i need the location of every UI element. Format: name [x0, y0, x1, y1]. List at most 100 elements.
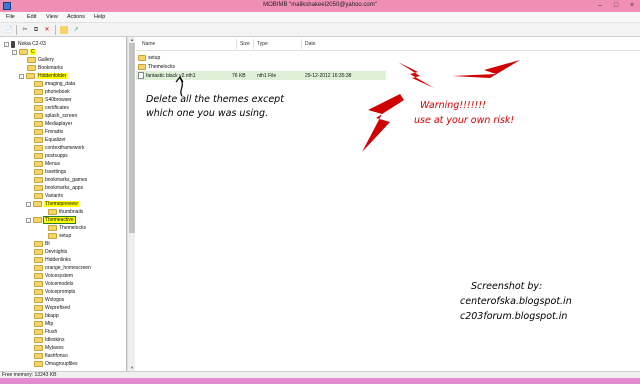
- folder-icon: [34, 345, 43, 351]
- tree-item[interactable]: Omagroupfiles: [34, 360, 78, 368]
- copy-icon[interactable]: ⧉: [32, 26, 40, 34]
- file-icon: [138, 72, 144, 79]
- tree-item-hiddenfolder[interactable]: - Hiddenfolder: [19, 72, 68, 80]
- tree-item[interactable]: Voicesystem: [34, 272, 73, 280]
- toolbar-separator: [55, 25, 56, 35]
- folder-icon: [33, 201, 42, 207]
- tree-item[interactable]: Variants: [34, 192, 63, 200]
- tree-item[interactable]: setup: [48, 232, 71, 240]
- tree-item[interactable]: postsupps: [34, 152, 68, 160]
- collapse-icon[interactable]: -: [19, 73, 24, 79]
- column-size[interactable]: Size: [240, 41, 250, 47]
- collapse-icon[interactable]: -: [26, 201, 31, 207]
- tree-item[interactable]: imaging_data: [34, 80, 75, 88]
- file-row[interactable]: setup: [136, 53, 386, 62]
- column-type[interactable]: Type: [257, 41, 268, 47]
- tree-item[interactable]: bookmarks_games: [34, 176, 87, 184]
- folder-icon: [34, 361, 43, 367]
- tree-item[interactable]: Mtp: [34, 320, 53, 328]
- folder-icon: [26, 73, 35, 79]
- folder-icon: [34, 289, 43, 295]
- tree-item[interactable]: Flush: [34, 328, 57, 336]
- folder-icon: [48, 225, 57, 231]
- folder-icon: [34, 169, 43, 175]
- tree-item[interactable]: certificates: [34, 104, 69, 112]
- tree-item[interactable]: bkapp: [34, 312, 59, 320]
- column-separator[interactable]: [253, 39, 254, 49]
- lightning-bolt-icon: [452, 60, 520, 84]
- column-name[interactable]: Name: [142, 41, 155, 47]
- title-bar: MOBIMB "malikshakeel2050@yahoo.com" – □ …: [0, 0, 640, 12]
- warning-line-1: Warning!!!!!!!: [420, 100, 486, 111]
- folder-icon: [34, 193, 43, 199]
- window-title: MOBIMB "malikshakeel2050@yahoo.com": [263, 2, 377, 8]
- folder-icon: [34, 89, 43, 95]
- scrollbar-thumb[interactable]: [129, 43, 135, 233]
- tree-item[interactable]: Devnights: [34, 248, 67, 256]
- tree-item[interactable]: Wvprefixed: [34, 304, 70, 312]
- tree-item[interactable]: Fmradio: [34, 128, 63, 136]
- tree-item[interactable]: Issettings: [34, 168, 66, 176]
- tree-item[interactable]: Hiddenlinks: [34, 256, 71, 264]
- menu-help[interactable]: Help: [94, 14, 105, 20]
- tree-item[interactable]: S40browser: [34, 96, 72, 104]
- tree-item[interactable]: bookmarks_apps: [34, 184, 83, 192]
- tree-item-drive[interactable]: - C: [12, 48, 36, 56]
- file-row[interactable]: Themelocks: [136, 62, 386, 71]
- folder-up-icon[interactable]: [60, 26, 68, 34]
- tree-item-themeactive[interactable]: - Themeactive: [26, 216, 76, 224]
- tree-root[interactable]: - Nokia C2-03: [4, 40, 46, 48]
- collapse-icon[interactable]: -: [26, 217, 31, 223]
- tree-item[interactable]: thumbnails: [48, 208, 83, 216]
- column-date[interactable]: Date: [305, 41, 316, 47]
- tree-item[interactable]: Mediaplayer: [34, 120, 72, 128]
- file-size: 76 KB: [232, 72, 246, 79]
- folder-icon: [34, 353, 43, 359]
- folder-icon: [34, 257, 43, 263]
- tree-item[interactable]: Bt: [34, 240, 50, 248]
- collapse-icon[interactable]: -: [4, 41, 9, 47]
- file-type: nth1 File: [257, 72, 277, 79]
- tree-scrollbar[interactable]: ▲ ▼: [127, 37, 135, 371]
- folder-icon: [34, 145, 43, 151]
- tree-item[interactable]: Idleskins: [34, 336, 64, 344]
- tree-item-gallery[interactable]: Gallery: [27, 56, 54, 64]
- tree-item[interactable]: contextframework: [34, 144, 84, 152]
- tree-item[interactable]: Equalizer: [34, 136, 66, 144]
- tree-item[interactable]: flashfonso: [34, 352, 68, 360]
- close-button[interactable]: ×: [622, 0, 640, 12]
- collapse-icon[interactable]: -: [12, 49, 17, 55]
- tree-item-themepreview[interactable]: - Themepreview: [26, 200, 79, 208]
- menu-edit[interactable]: Edit: [27, 14, 36, 20]
- tree-item[interactable]: splash_screen: [34, 112, 77, 120]
- folder-icon: [34, 329, 43, 335]
- tree-item[interactable]: Wvlogos: [34, 296, 64, 304]
- column-separator[interactable]: [236, 39, 237, 49]
- folder-icon: [34, 137, 43, 143]
- tree-item[interactable]: phonebook: [34, 88, 70, 96]
- cut-icon[interactable]: ✂: [21, 26, 29, 34]
- tree-item[interactable]: Voiceprompts: [34, 288, 75, 296]
- folder-icon: [34, 177, 43, 183]
- folder-icon: [34, 273, 43, 279]
- menu-view[interactable]: View: [46, 14, 58, 20]
- menu-bar: File Edit View Actions Help: [0, 12, 640, 23]
- credit-heading: Screenshot by:: [471, 281, 543, 292]
- column-header: Name Size Type Date: [136, 37, 640, 51]
- tree-item[interactable]: Voicemodels: [34, 280, 73, 288]
- tree-item[interactable]: orange_homescreen: [34, 264, 91, 272]
- tree-item[interactable]: Menus: [34, 160, 60, 168]
- folder-icon: [34, 305, 43, 311]
- delete-icon[interactable]: ✕: [43, 26, 51, 34]
- tree-item[interactable]: Themelocks: [48, 224, 86, 232]
- new-icon[interactable]: 📄: [5, 26, 13, 34]
- menu-actions[interactable]: Actions: [67, 14, 85, 20]
- menu-file[interactable]: File: [6, 14, 15, 20]
- lightning-bolt-icon: [398, 62, 434, 88]
- tree-item[interactable]: Mytaxes: [34, 344, 64, 352]
- folder-icon: [27, 65, 36, 71]
- folder-icon: [34, 185, 43, 191]
- column-separator[interactable]: [301, 39, 302, 49]
- export-icon[interactable]: ↗: [72, 26, 80, 34]
- tree-item-bookmarks[interactable]: Bookmarks: [27, 64, 63, 72]
